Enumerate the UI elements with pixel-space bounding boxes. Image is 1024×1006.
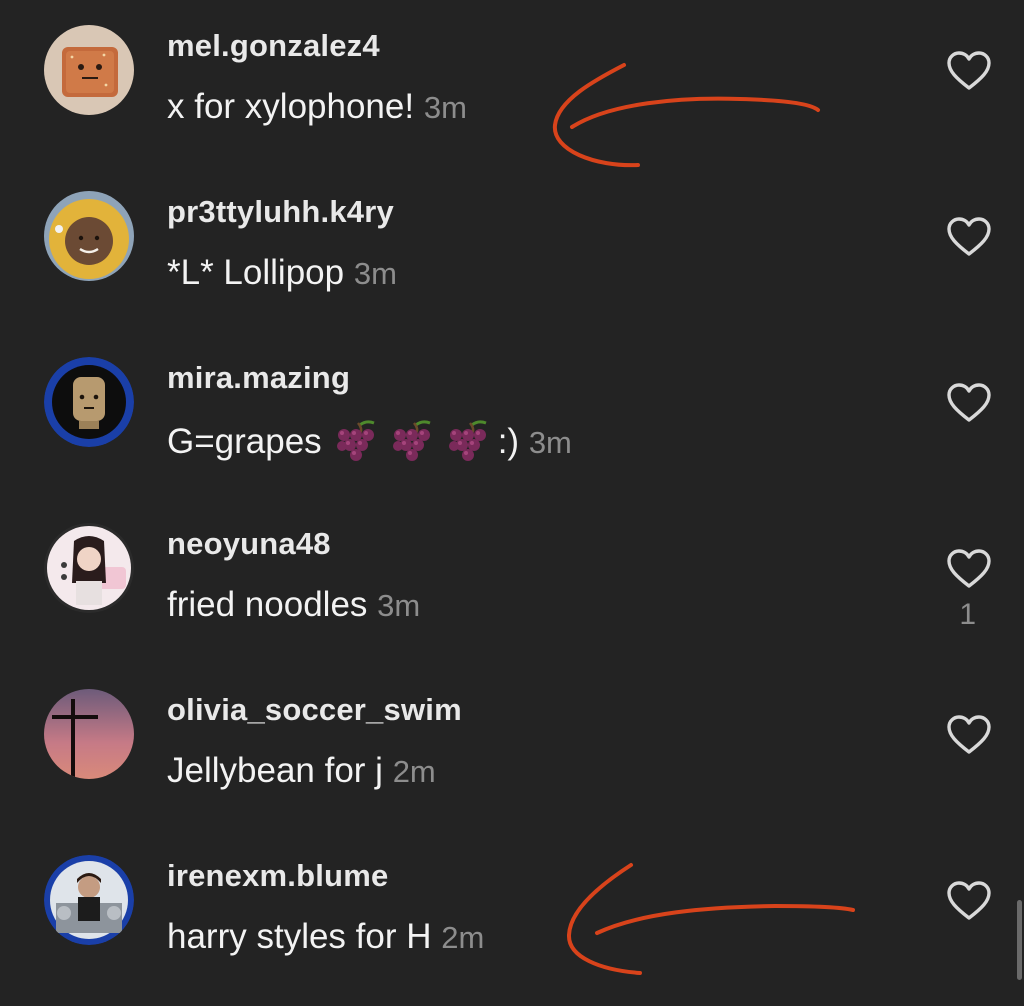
comment-item: mel.gonzalez4 x for xylophone! 3m — [0, 0, 1024, 166]
scrollbar[interactable] — [1017, 900, 1022, 980]
heart-outline-icon — [947, 217, 991, 256]
comment-username[interactable]: neoyuna48 — [167, 526, 331, 562]
grapes-icon — [448, 420, 487, 461]
like-button[interactable] — [946, 216, 992, 258]
comment-text-line: fried noodles 3m — [167, 585, 420, 625]
comment-item: mira.mazing G=grapes:) 3m — [0, 332, 1024, 498]
like-count: 1 — [959, 598, 976, 631]
comment-text-line: x for xylophone! 3m — [167, 87, 467, 127]
comment-text-line: harry styles for H 2m — [167, 917, 484, 957]
like-button[interactable] — [946, 50, 992, 92]
comment-time: 3m — [528, 425, 572, 460]
comment-text-suffix: :) — [497, 422, 520, 461]
avatar[interactable] — [44, 855, 134, 945]
comment-text: harry styles for H — [167, 917, 432, 956]
heart-outline-icon — [947, 715, 991, 754]
heart-outline-icon — [947, 549, 991, 588]
like-button[interactable] — [946, 548, 992, 590]
comment-text: *L* Lollipop — [167, 253, 345, 292]
comment-item: olivia_soccer_swim Jellybean for j 2m — [0, 664, 1024, 830]
heart-outline-icon — [947, 383, 991, 422]
grapes-icon — [336, 420, 375, 461]
comment-username[interactable]: olivia_soccer_swim — [167, 692, 462, 728]
like-button[interactable] — [946, 714, 992, 756]
comment-text: Jellybean for j — [167, 751, 383, 790]
comment-item: irenexm.blume harry styles for H 2m — [0, 830, 1024, 996]
grapes-icon — [392, 420, 431, 461]
comment-text-line: *L* Lollipop 3m — [167, 253, 397, 293]
comment-username[interactable]: pr3ttyluhh.k4ry — [167, 194, 394, 230]
grapes-emoji-group — [330, 419, 498, 465]
avatar[interactable] — [44, 523, 134, 613]
avatar[interactable] — [44, 357, 134, 447]
comment-time: 3m — [377, 588, 421, 623]
comment-time: 2m — [392, 754, 436, 789]
comment-text-line: G=grapes:) 3m — [167, 419, 572, 465]
comment-text-line: Jellybean for j 2m — [167, 751, 436, 791]
heart-outline-icon — [947, 881, 991, 920]
comment-username[interactable]: mira.mazing — [167, 360, 350, 396]
comment-text: fried noodles — [167, 585, 368, 624]
comment-username[interactable]: mel.gonzalez4 — [167, 28, 380, 64]
heart-outline-icon — [947, 51, 991, 90]
avatar[interactable] — [44, 689, 134, 779]
comment-text: x for xylophone! — [167, 87, 415, 126]
comment-text: G=grapes — [167, 422, 322, 461]
like-button[interactable] — [946, 382, 992, 424]
comment-time: 3m — [423, 90, 467, 125]
comment-time: 2m — [441, 920, 485, 955]
comment-item: pr3ttyluhh.k4ry *L* Lollipop 3m — [0, 166, 1024, 332]
comment-username[interactable]: irenexm.blume — [167, 858, 388, 894]
avatar[interactable] — [44, 25, 134, 115]
avatar[interactable] — [44, 191, 134, 281]
comment-time: 3m — [353, 256, 397, 291]
comment-item: neoyuna48 fried noodles 3m 1 — [0, 498, 1024, 664]
like-button[interactable] — [946, 880, 992, 922]
